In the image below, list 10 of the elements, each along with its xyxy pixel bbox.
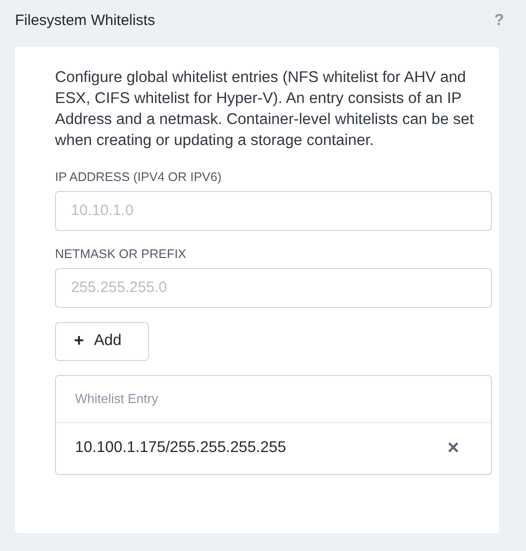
add-button[interactable]: + Add [55, 322, 149, 360]
field-label: IP ADDRESS (IPV4 OR IPV6) [55, 169, 222, 186]
description-text: Configure global whitelist entries (NFS whitelist for AHV and ESX, CIFS whitelist for Hyper-V). An entry consists of an IP Address and a netmask. Container-level whitelists can be set when creating or updating a storage container. [55, 68, 475, 151]
field-label: NETMASK OR PREFIX [55, 246, 188, 263]
remove-button[interactable]: × [447, 438, 459, 458]
table-cell-text: 10.100.1.175/255.255.255.255 [75, 438, 286, 458]
input-field[interactable]: 255.255.255.0 [55, 268, 492, 308]
column-header: Whitelist Entry [75, 390, 158, 408]
panel-title: Filesystem Whitelists [15, 10, 156, 31]
input-field[interactable]: 10.10.1.0 [55, 190, 492, 231]
